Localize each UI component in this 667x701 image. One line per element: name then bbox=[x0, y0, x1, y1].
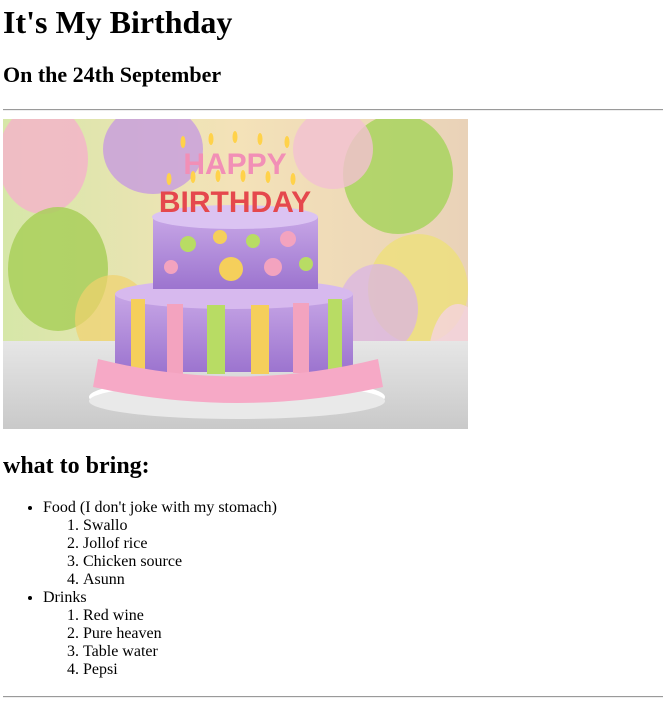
food-list: Swallo Jollof rice Chicken source Asunn bbox=[43, 517, 663, 589]
list-item: Swallo bbox=[83, 517, 663, 535]
svg-text:BIRTHDAY: BIRTHDAY bbox=[159, 186, 311, 219]
list-item: Pepsi bbox=[83, 661, 663, 679]
group-label: Food (I don't joke with my stomach) bbox=[43, 499, 277, 516]
page-title: It's My Birthday bbox=[3, 4, 233, 40]
date-heading: On the 24th September bbox=[3, 62, 222, 87]
bottom-divider bbox=[3, 696, 663, 698]
top-divider bbox=[3, 109, 663, 111]
list-item: Pure heaven bbox=[83, 625, 663, 643]
svg-text:HAPPY: HAPPY bbox=[183, 148, 286, 181]
bring-list: Food (I don't joke with my stomach) Swal… bbox=[3, 499, 663, 679]
list-item: Jollof rice bbox=[83, 535, 663, 553]
list-item: Chicken source bbox=[83, 553, 663, 571]
section-heading: what to bring: bbox=[3, 453, 150, 479]
birthday-cake-photo: HAPPY BIRTHDAY bbox=[3, 119, 468, 429]
page: It's My Birthday On the 24th September H… bbox=[0, 0, 667, 698]
list-item: Table water bbox=[83, 643, 663, 661]
list-item-food: Food (I don't joke with my stomach) Swal… bbox=[43, 499, 663, 589]
birthday-cake-image: HAPPY BIRTHDAY bbox=[3, 119, 468, 429]
list-item: Asunn bbox=[83, 571, 663, 589]
list-item-drinks: Drinks Red wine Pure heaven Table water … bbox=[43, 589, 663, 679]
drinks-list: Red wine Pure heaven Table water Pepsi bbox=[43, 607, 663, 679]
group-label: Drinks bbox=[43, 589, 87, 606]
list-item: Red wine bbox=[83, 607, 663, 625]
